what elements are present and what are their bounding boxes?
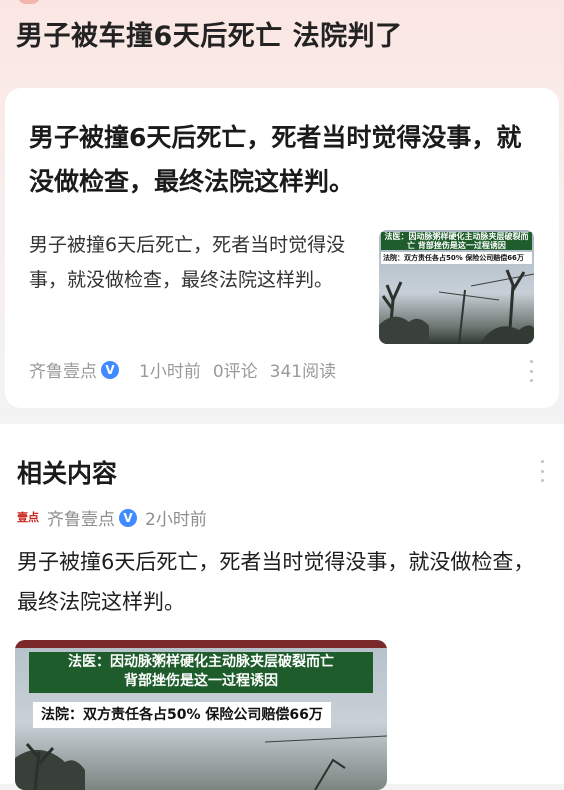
source-name[interactable]: 齐鲁壹点 [29, 357, 97, 382]
related-title: 相关内容 [17, 459, 118, 488]
article-thumbnail[interactable]: 法医：因动脉粥样硬化主动脉夹层破裂而亡 背部挫伤是这一过程诱因 法院：双方责任各… [379, 230, 534, 344]
related-section: 相关内容 壹点 齐鲁壹点 V 2小时前 男子被撞6天后死亡，死者当时觉得没事，就… [0, 424, 564, 790]
more-options-icon[interactable] [539, 460, 545, 482]
article-summary[interactable]: 男子被撞6天后死亡，死者当时觉得没事，就没做检查，最终法院这样判。 [29, 228, 349, 298]
verified-badge-icon: V [119, 508, 137, 527]
article-meta: 齐鲁壹点 V 1小时前 0评论 341阅读 [29, 357, 336, 382]
related-post-image[interactable]: 法医：因动脉粥样硬化主动脉夹层破裂而亡 背部挫伤是这一过程诱因 法院：双方责任各… [15, 640, 387, 790]
comment-count[interactable]: 0评论 [213, 357, 258, 382]
source-logo-icon: 壹点 [17, 510, 39, 524]
article-headline[interactable]: 男子被撞6天后死亡，死者当时觉得没事，就没做检查，最终法院这样判。 [29, 116, 529, 204]
publish-time: 1小时前 [139, 362, 201, 382]
verified-badge-icon: V [101, 360, 119, 379]
image-scene [15, 735, 387, 790]
more-options-icon[interactable] [528, 360, 534, 382]
source-name[interactable]: 齐鲁壹点 [47, 505, 115, 530]
related-source[interactable]: 壹点 齐鲁壹点 V 2小时前 [17, 505, 207, 530]
article-card[interactable]: 男子被撞6天后死亡，死者当时觉得没事，就没做检查，最终法院这样判。 男子被撞6天… [5, 88, 559, 408]
related-post-text[interactable]: 男子被撞6天后死亡，死者当时觉得没事，就没做检查，最终法院这样判。 [17, 542, 537, 622]
read-count: 341阅读 [269, 362, 337, 382]
thumbnail-scene [379, 269, 534, 344]
publish-time: 2小时前 [145, 510, 207, 530]
page-title: 男子被车撞6天后死亡 法院判了 [16, 21, 403, 52]
